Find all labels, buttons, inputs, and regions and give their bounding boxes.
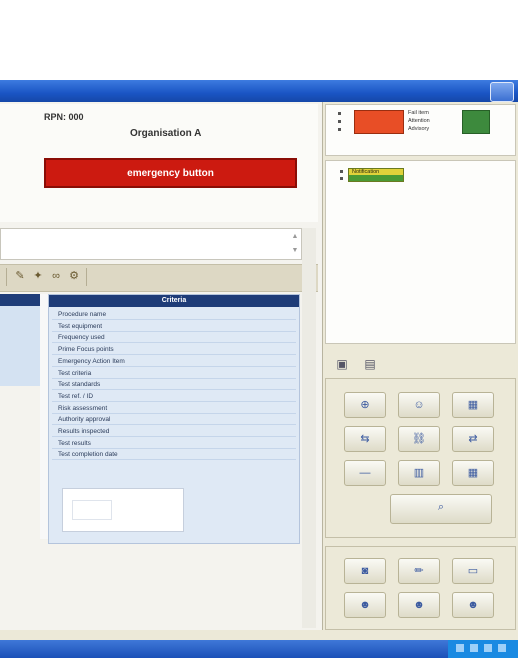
notification-panel [325,160,516,344]
legend-bullet [338,120,341,123]
pin-icon[interactable]: ✦ [30,268,46,284]
left-table-rows[interactable] [0,306,40,386]
list-item[interactable]: Prime Focus points [52,345,296,356]
left-table-header [0,294,40,306]
table-gap [40,294,48,539]
main-scrollbar[interactable] [302,228,316,628]
list-item[interactable]: Test criteria [52,369,296,379]
tray-icon[interactable] [484,644,492,652]
notes-inner-field[interactable] [72,500,112,520]
user-icon[interactable]: ☺ [398,392,440,418]
wrench-icon[interactable]: ⚙ [66,268,82,284]
window-icon[interactable]: ▭ [452,558,494,584]
list-item[interactable]: Test equipment [52,322,296,332]
criteria-list-header: Criteria [49,295,299,307]
legend-green-swatch [462,110,490,134]
legend-item: Advisory [408,126,430,132]
toolbar-separator [6,268,7,286]
legend-bullet [340,170,343,173]
legend-bullet [338,112,341,115]
notification-label: Notification [352,169,380,175]
link-icon[interactable]: ⛓ [398,426,440,452]
list-item[interactable]: Emergency Action Item [52,357,296,367]
grid-icon[interactable]: ▦ [452,460,494,486]
taskbar [0,640,518,658]
legend-bullet [338,128,341,131]
move-icon[interactable]: ⇆ [344,426,386,452]
status-bar [0,630,518,640]
field-scroll-arrows[interactable]: ▲ ▼ [290,230,300,258]
list-item[interactable]: Test ref. / ID [52,392,296,402]
list-item[interactable]: Test completion date [52,450,296,461]
notes-icon[interactable]: ▣ [334,356,350,372]
edit-icon[interactable]: ✎ [12,268,28,284]
list-item[interactable]: Authority approval [52,415,296,426]
people2-icon[interactable]: ☻ [398,592,440,618]
organization-label: Organisation A [130,128,202,139]
rpn-label: RPN: 000 [44,112,84,122]
camera-icon[interactable]: ◙ [344,558,386,584]
list-item[interactable]: Procedure name [52,310,296,320]
list-item[interactable]: Test results [52,439,296,449]
legend-item: Fail item [408,110,429,116]
list-item[interactable]: Risk assessment [52,404,296,414]
description-field[interactable] [0,228,302,260]
binoculars-icon[interactable]: ∞ [48,268,64,284]
legend-red-swatch [354,110,404,134]
image-icon[interactable]: ▤ [362,356,378,372]
close-button[interactable] [490,82,514,102]
zoom-in-icon[interactable]: ⊕ [344,392,386,418]
window-title-bar[interactable] [0,80,518,102]
legend-item: Attention [408,118,430,124]
tray-icon[interactable] [456,644,464,652]
emergency-button[interactable]: emergency button [44,158,297,188]
list-item[interactable]: Test standards [52,380,296,391]
search-icon[interactable]: ⌕ [390,494,492,524]
list-item[interactable]: Results inspected [52,427,296,437]
pencil-icon[interactable]: ✏ [398,558,440,584]
legend-bullet [340,177,343,180]
chart-icon[interactable]: ▥ [398,460,440,486]
tools-tab-strip [325,350,516,376]
people3-icon[interactable]: ☻ [452,592,494,618]
people-icon[interactable]: ☻ [344,592,386,618]
compare-icon[interactable]: ⇄ [452,426,494,452]
list-item[interactable]: Frequency used [52,333,296,344]
toolbar-separator [86,268,87,286]
line-icon[interactable]: — [344,460,386,486]
tray-icon[interactable] [498,644,506,652]
tray-icon[interactable] [470,644,478,652]
save-icon[interactable]: ▦ [452,392,494,418]
